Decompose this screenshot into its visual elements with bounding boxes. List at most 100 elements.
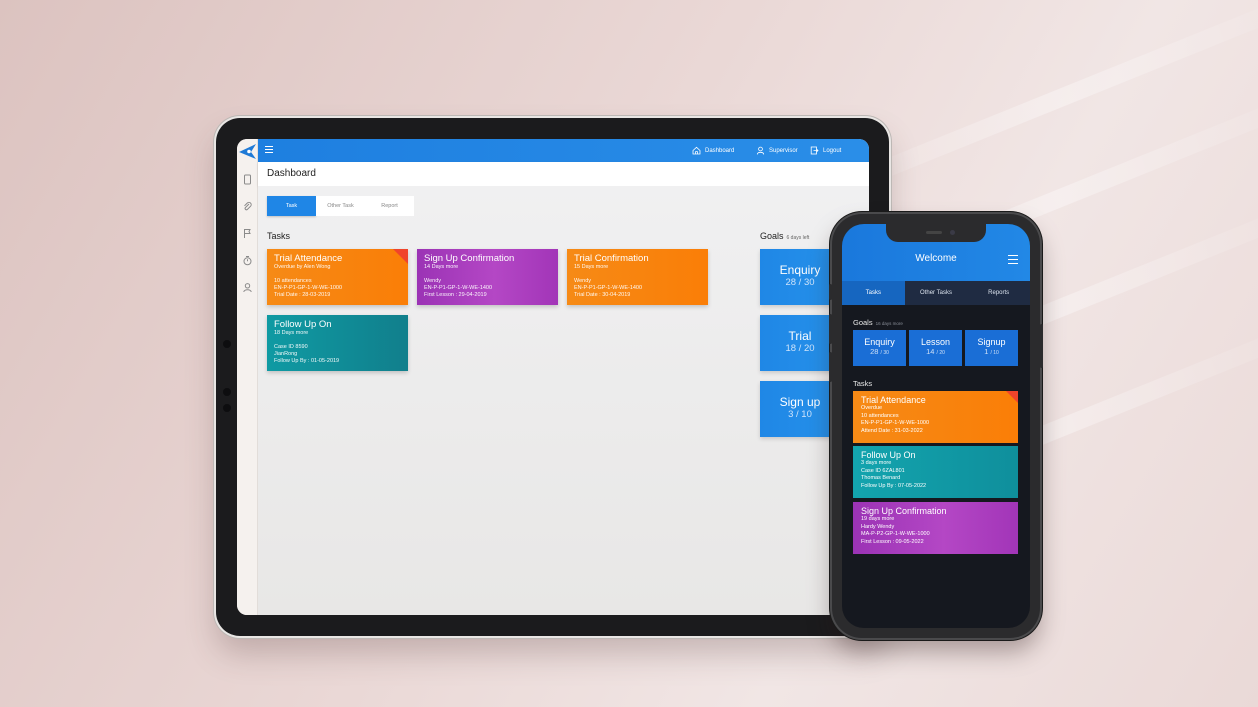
tasks-heading: Tasks bbox=[267, 231, 291, 241]
task-detail: Trial Date : 28-03-2019 bbox=[274, 292, 331, 298]
task-title: Sign Up Confirmation bbox=[861, 506, 947, 516]
goal-value: 3 / 10 bbox=[788, 409, 812, 420]
phone-device: Welcome Tasks Other Tasks Reports Goals 1… bbox=[829, 214, 1043, 638]
goal-value: 1 / 10 bbox=[984, 347, 999, 356]
menu-icon[interactable] bbox=[1008, 255, 1018, 267]
goal-card-enquiry[interactable]: Enquiry 28 / 30 bbox=[853, 330, 906, 366]
mobile-tabs: Tasks Other Tasks Reports bbox=[842, 281, 1030, 305]
app-logo-icon bbox=[239, 144, 256, 159]
goal-name: Sign up bbox=[779, 395, 821, 409]
goals-heading-label: Goals bbox=[760, 231, 784, 241]
tablet-sensor bbox=[223, 404, 231, 412]
task-card-follow-up-on[interactable]: Follow Up On 3 days more Case ID 6ZAL801… bbox=[853, 446, 1018, 498]
task-detail: EN-P-P1-GP-1-W-WE-1000 bbox=[274, 285, 343, 291]
phone-power-button bbox=[1040, 324, 1043, 368]
task-detail: 10 attendances bbox=[861, 412, 899, 419]
top-nav-bar: Dashboard Supervisor Logout bbox=[258, 139, 869, 162]
tablet-device: Dashboard Supervisor Logout Dashboard Ta… bbox=[216, 118, 889, 636]
goal-name: Signup bbox=[977, 337, 1006, 347]
overdue-flag bbox=[1006, 391, 1018, 403]
task-detail: Case ID 8590 bbox=[274, 344, 308, 350]
nav-logout[interactable]: Logout bbox=[810, 139, 841, 162]
goal-value: 28 / 30 bbox=[870, 347, 889, 356]
nav-supervisor[interactable]: Supervisor bbox=[756, 139, 798, 162]
goals-heading-label: Goals bbox=[853, 318, 873, 327]
task-tabs: Task Other Task Report bbox=[267, 196, 414, 216]
goal-value: 14 / 20 bbox=[926, 347, 945, 356]
task-detail: EN-P-P1-GP-1-W-WE-1000 bbox=[861, 420, 930, 427]
task-card-trial-confirmation[interactable]: Trial Confirmation 15 Days more Wendy EN… bbox=[567, 249, 708, 305]
flag-icon[interactable] bbox=[242, 228, 253, 239]
task-title: Sign Up Confirmation bbox=[424, 253, 515, 264]
goal-card-signup[interactable]: Signup 1 / 10 bbox=[965, 330, 1018, 366]
page-title-bar: Dashboard bbox=[258, 162, 869, 186]
task-detail: EN-P-P1-GP-1-W-WE-1400 bbox=[574, 285, 643, 291]
goal-value: 18 / 20 bbox=[785, 343, 815, 354]
task-subtitle: Overdue bbox=[861, 405, 883, 411]
nav-dashboard-label: Dashboard bbox=[705, 147, 735, 154]
menu-icon[interactable] bbox=[265, 146, 273, 154]
goal-name: Trial bbox=[788, 329, 812, 343]
task-detail: Trial Date : 30-04-2019 bbox=[574, 292, 631, 298]
task-subtitle: 3 days more bbox=[861, 460, 892, 466]
task-card-trial-attendance[interactable]: Trial Attendance Overdue by Alen Wong 10… bbox=[267, 249, 408, 305]
task-subtitle: 15 Days more bbox=[574, 264, 609, 270]
task-card-follow-up-on[interactable]: Follow Up On 18 Days more Case ID 8590 J… bbox=[267, 315, 408, 371]
goal-name: Enquiry bbox=[779, 263, 821, 277]
tab-report[interactable]: Report bbox=[365, 196, 414, 216]
phone-notch bbox=[886, 224, 986, 242]
goals-days-left: 6 days left bbox=[786, 235, 810, 241]
goal-card-enquiry[interactable]: Enquiry 28 / 30 bbox=[760, 249, 840, 305]
task-detail: 10 attendances bbox=[274, 278, 312, 284]
dashboard-content: Task Other Task Report Tasks Trial Atten… bbox=[258, 186, 869, 615]
task-detail: Follow Up By : 07-05-2022 bbox=[861, 482, 927, 489]
phone-volume-button bbox=[829, 314, 832, 344]
tab-task[interactable]: Task bbox=[267, 196, 316, 216]
tab-other-tasks[interactable]: Other Tasks bbox=[905, 281, 968, 305]
tablet-icon[interactable] bbox=[242, 174, 253, 185]
task-detail: Hardy Wendy bbox=[861, 523, 895, 530]
goal-card-trial[interactable]: Trial 18 / 20 bbox=[760, 315, 840, 371]
task-detail: First Lesson : 29-04-2019 bbox=[424, 292, 487, 298]
task-subtitle: Overdue by Alen Wong bbox=[274, 264, 331, 270]
nav-logout-label: Logout bbox=[823, 147, 842, 154]
task-title: Trial Confirmation bbox=[574, 253, 649, 264]
tab-tasks[interactable]: Tasks bbox=[842, 281, 905, 305]
task-subtitle: 19 days more bbox=[861, 516, 895, 522]
task-subtitle: 18 Days more bbox=[274, 330, 309, 336]
mobile-title: Welcome bbox=[915, 253, 957, 264]
task-detail: Wendy bbox=[574, 278, 592, 284]
task-title: Trial Attendance bbox=[274, 253, 343, 264]
nav-dashboard[interactable]: Dashboard bbox=[692, 139, 734, 162]
goals-heading: Goals 6 days left bbox=[760, 231, 809, 241]
tablet-sensor bbox=[223, 388, 231, 396]
home-icon bbox=[692, 146, 701, 155]
task-detail: First Lesson : 09-05-2022 bbox=[861, 538, 924, 545]
sidebar bbox=[237, 139, 258, 615]
tablet-screen: Dashboard Supervisor Logout Dashboard Ta… bbox=[237, 139, 869, 615]
task-card-sign-up-confirmation[interactable]: Sign Up Confirmation 14 Days more Wendy … bbox=[417, 249, 558, 305]
goal-value: 28 / 30 bbox=[785, 277, 815, 288]
goal-card-lesson[interactable]: Lesson 14 / 20 bbox=[909, 330, 962, 366]
task-detail: Wendy bbox=[424, 278, 442, 284]
logout-icon bbox=[810, 146, 819, 155]
goal-card-sign-up[interactable]: Sign up 3 / 10 bbox=[760, 381, 840, 437]
page-title: Dashboard bbox=[267, 168, 316, 179]
task-detail: JianRong bbox=[274, 351, 298, 357]
nav-supervisor-label: Supervisor bbox=[769, 147, 798, 154]
task-subtitle: 14 Days more bbox=[424, 264, 459, 270]
task-card-trial-attendance[interactable]: Trial Attendance Overdue 10 attendances … bbox=[853, 391, 1018, 443]
tab-other-task[interactable]: Other Task bbox=[316, 196, 365, 216]
task-detail: EN-P-P1-GP-1-W-WE-1400 bbox=[424, 285, 493, 291]
task-title: Trial Attendance bbox=[861, 395, 926, 405]
timer-icon[interactable] bbox=[242, 255, 253, 266]
paperclip-icon[interactable] bbox=[242, 201, 253, 212]
task-detail: Follow Up By : 01-05-2019 bbox=[274, 358, 340, 364]
task-title: Follow Up On bbox=[861, 450, 916, 460]
phone-side-button bbox=[829, 284, 832, 300]
task-card-sign-up-confirmation[interactable]: Sign Up Confirmation 19 days more Hardy … bbox=[853, 502, 1018, 554]
task-detail: MA-P-P2-GP-1-W-WE-1000 bbox=[861, 531, 930, 538]
user-icon[interactable] bbox=[242, 282, 253, 293]
task-title: Follow Up On bbox=[274, 319, 332, 330]
tab-reports[interactable]: Reports bbox=[967, 281, 1030, 305]
